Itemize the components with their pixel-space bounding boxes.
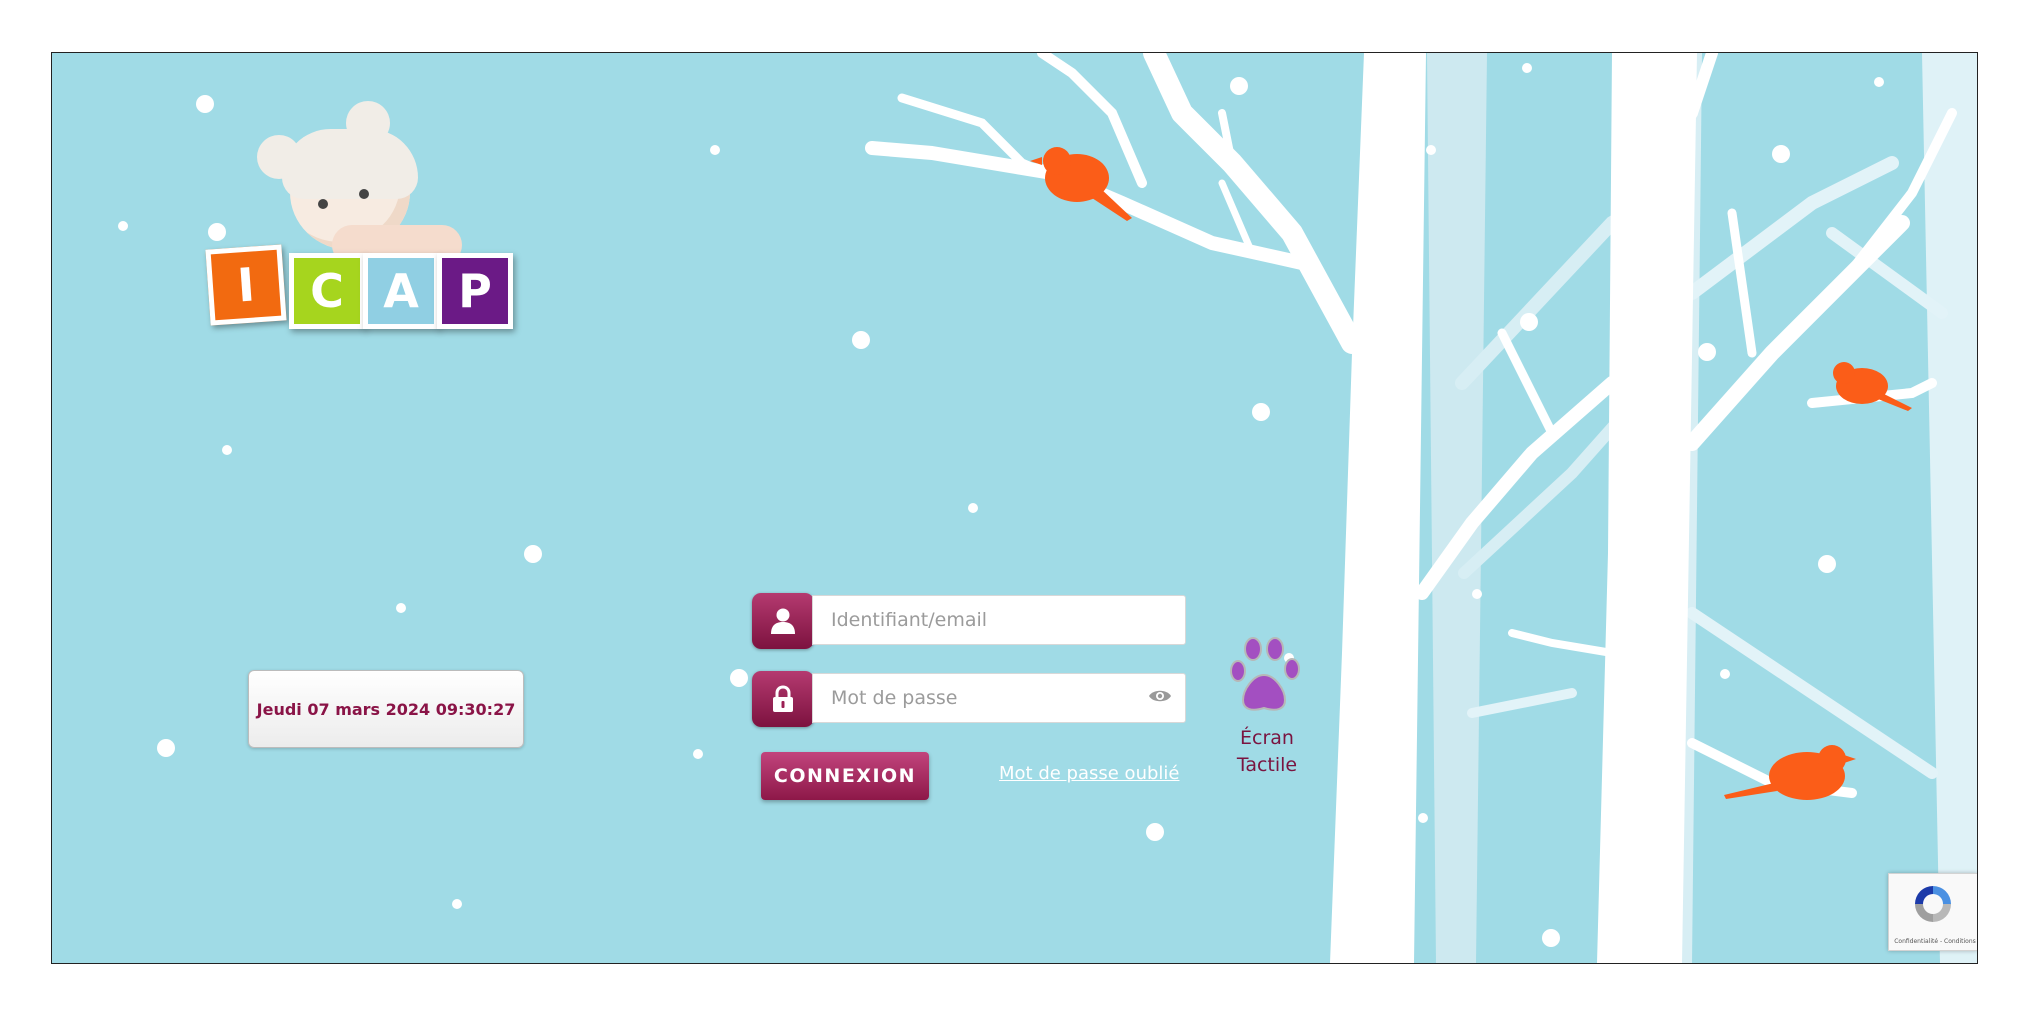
username-input[interactable] (812, 595, 1186, 645)
snowflake (1522, 63, 1532, 73)
snowflake (196, 95, 214, 113)
logo-tile-a: A (363, 253, 439, 329)
snowflake (452, 899, 462, 909)
snowflake (710, 145, 720, 155)
snowflake (222, 445, 232, 455)
snowflake (1698, 343, 1716, 361)
baby-eye (359, 189, 369, 199)
snowflake (1472, 589, 1482, 599)
snowflake (1542, 929, 1560, 947)
snowflake (968, 503, 978, 513)
touch-screen-label-2: Tactile (1236, 754, 1298, 776)
snowflake (1520, 313, 1538, 331)
logo-tile-p: P (437, 253, 513, 329)
snowflake (730, 669, 748, 687)
touch-screen-label-1: Écran (1240, 727, 1294, 749)
datetime-display: Jeudi 07 mars 2024 09:30:27 (248, 670, 524, 748)
paw-icon (1230, 637, 1300, 711)
lock-icon (773, 685, 793, 712)
baby-hat (282, 129, 418, 199)
snowflake (1720, 669, 1730, 679)
snowflake (524, 545, 542, 563)
snowflake (1252, 403, 1270, 421)
snowflake (157, 739, 175, 757)
icap-logo: I C A P (205, 95, 562, 355)
login-page: I C A P Jeudi 07 mars 2024 09:30:27 Iden… (51, 52, 1978, 964)
baby-eye (318, 199, 328, 209)
snowflake (1418, 813, 1428, 823)
bird-1 (1030, 147, 1132, 221)
forgot-password-link[interactable]: Mot de passe oublié (999, 763, 1179, 784)
user-icon (771, 608, 795, 634)
password-row (752, 671, 1186, 727)
recaptcha-icon (1915, 886, 1951, 922)
snowflake (396, 603, 406, 613)
snowflake (1874, 77, 1884, 87)
snowflake (1426, 145, 1436, 155)
snowflake (852, 331, 870, 349)
snowflake (1818, 555, 1836, 573)
recaptcha-badge[interactable]: Confidentialité - Conditions (1888, 873, 1977, 951)
snowflake (1146, 823, 1164, 841)
login-button[interactable]: CONNEXION (761, 752, 929, 800)
user-icon-box (752, 593, 814, 649)
logo-tile-c: C (289, 253, 365, 329)
password-input[interactable] (812, 673, 1186, 723)
lock-icon-box (752, 671, 814, 727)
logo-tile-i: I (205, 244, 287, 326)
snowflake (1230, 77, 1248, 95)
username-row (752, 593, 1186, 649)
recaptcha-terms-text: Confidentialité - Conditions (1894, 938, 1976, 945)
snowflake (1772, 145, 1790, 163)
snowflake (118, 221, 128, 231)
snowflake (693, 749, 703, 759)
eye-icon[interactable] (1148, 688, 1172, 704)
touch-screen-button[interactable]: Écran Tactile (1212, 635, 1322, 779)
